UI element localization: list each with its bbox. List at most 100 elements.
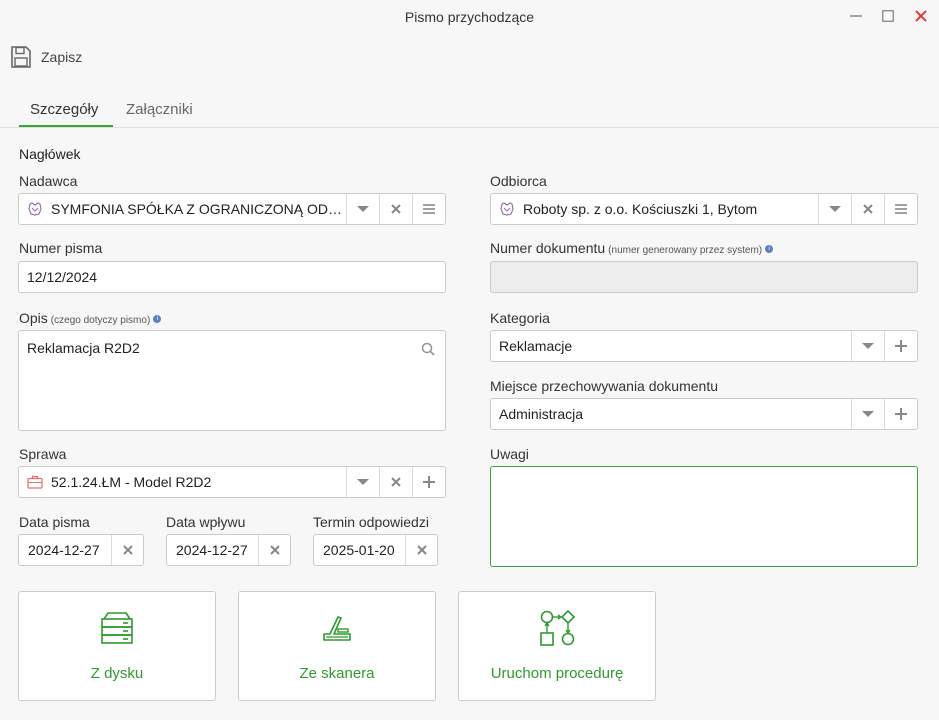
clear-icon	[269, 545, 280, 555]
scanner-icon	[321, 610, 353, 646]
ze-skanera-label: Ze skanera	[299, 665, 375, 682]
contractor-icon	[499, 202, 515, 216]
list-icon	[423, 204, 435, 214]
uruchom-procedure-label: Uruchom procedurę	[490, 665, 624, 682]
odbiorca-value: Roboty sp. z o.o. Kościuszki 1, Bytom	[523, 201, 758, 217]
miejsce-value: Administracja	[499, 406, 584, 422]
sprawa-clear-button[interactable]	[379, 467, 412, 497]
sprawa-value: 52.1.24.ŁM - Model R2D2	[51, 474, 212, 490]
maximize-button[interactable]	[878, 6, 898, 26]
briefcase-icon	[27, 475, 43, 489]
numer-dokumentu-label: Numer dokumentu (numer generowany przez s…	[490, 240, 774, 256]
server-icon	[99, 610, 135, 646]
data-wplywu-value: 2024-12-27	[176, 542, 248, 558]
nadawca-label: Nadawca	[19, 173, 78, 189]
opis-label: Opis (czego dotyczy pismo) i	[19, 310, 162, 326]
list-icon	[895, 204, 907, 214]
nadawca-dropdown-button[interactable]	[346, 194, 379, 224]
plus-icon	[423, 476, 435, 488]
numer-pisma-label: Numer pisma	[19, 240, 103, 256]
section-header: Nagłówek	[19, 146, 81, 162]
numer-dokumentu-input	[490, 261, 918, 293]
minimize-icon	[850, 15, 862, 17]
z-dysku-button[interactable]: Z dysku	[18, 591, 216, 701]
tab-bar: Szczegóły Załączniki	[0, 96, 939, 128]
plus-icon	[895, 408, 907, 420]
kategoria-value: Reklamacje	[499, 338, 573, 354]
opis-value: Reklamacja R2D2	[27, 340, 140, 356]
miejsce-label: Miejsce przechowywania dokumentu	[490, 378, 718, 394]
nadawca-value: SYMFONIA SPÓŁKA Z OGRANICZONĄ ODPOWIEDZI…	[51, 201, 346, 217]
chevron-down-icon	[829, 206, 841, 212]
odbiorca-clear-button[interactable]	[851, 194, 884, 224]
termin-label: Termin odpowiedzi	[313, 514, 429, 530]
clear-icon	[863, 204, 873, 214]
maximize-icon	[882, 10, 894, 22]
ze-skanera-button[interactable]: Ze skanera	[238, 591, 436, 701]
title-bar: Pismo przychodzące	[0, 0, 939, 34]
sprawa-label: Sprawa	[19, 446, 67, 462]
uwagi-label: Uwagi	[490, 446, 529, 462]
clear-icon	[122, 545, 133, 555]
save-button[interactable]: Zapisz	[10, 45, 82, 69]
chevron-down-icon	[357, 206, 369, 212]
uruchom-procedure-button[interactable]: Uruchom procedurę	[458, 591, 656, 701]
nadawca-clear-button[interactable]	[379, 194, 412, 224]
chevron-down-icon	[862, 411, 874, 417]
floppy-disk-icon	[11, 46, 31, 68]
tab-szczegoly[interactable]: Szczegóły	[30, 101, 98, 126]
odbiorca-dropdown-button[interactable]	[818, 194, 851, 224]
numer-pisma-input[interactable]: 12/12/2024	[18, 261, 446, 293]
data-pisma-clear-button[interactable]	[111, 535, 143, 565]
numer-dokumentu-hint: (numer generowany przez system)	[608, 245, 763, 256]
nadawca-field[interactable]: SYMFONIA SPÓŁKA Z OGRANICZONĄ ODPOWIEDZI…	[18, 193, 446, 225]
data-pisma-label: Data pisma	[19, 514, 90, 530]
miejsce-field[interactable]: Administracja	[490, 398, 918, 430]
nadawca-list-button[interactable]	[412, 194, 445, 224]
active-tab-indicator	[19, 125, 113, 127]
chevron-down-icon	[357, 479, 369, 485]
data-pisma-value: 2024-12-27	[28, 542, 100, 558]
info-icon: i	[765, 245, 774, 254]
tab-zalaczniki[interactable]: Załączniki	[126, 101, 193, 126]
termin-value: 2025-01-20	[323, 542, 395, 558]
plus-icon	[895, 340, 907, 352]
kategoria-field[interactable]: Reklamacje	[490, 330, 918, 362]
close-button[interactable]	[911, 6, 931, 26]
contractor-icon	[27, 202, 43, 216]
miejsce-add-button[interactable]	[884, 399, 917, 429]
sprawa-add-button[interactable]	[412, 467, 445, 497]
info-icon: i	[153, 315, 162, 324]
opis-hint: (czego dotyczy pismo)	[50, 315, 151, 326]
opis-textarea[interactable]: Reklamacja R2D2	[18, 330, 446, 431]
data-wplywu-clear-button[interactable]	[258, 535, 290, 565]
termin-clear-button[interactable]	[405, 535, 437, 565]
numer-pisma-value: 12/12/2024	[27, 269, 98, 285]
odbiorca-list-button[interactable]	[884, 194, 917, 224]
chevron-down-icon	[862, 343, 874, 349]
window-title: Pismo przychodzące	[404, 9, 535, 25]
search-icon[interactable]	[421, 342, 435, 356]
clear-icon	[416, 545, 427, 555]
data-wplywu-input[interactable]: 2024-12-27	[166, 534, 291, 566]
uwagi-textarea[interactable]	[490, 466, 918, 567]
kategoria-add-button[interactable]	[884, 331, 917, 361]
odbiorca-label: Odbiorca	[490, 173, 547, 189]
sprawa-dropdown-button[interactable]	[346, 467, 379, 497]
clear-icon	[391, 477, 401, 487]
termin-input[interactable]: 2025-01-20	[313, 534, 438, 566]
miejsce-dropdown-button[interactable]	[851, 399, 884, 429]
data-wplywu-label: Data wpływu	[166, 514, 246, 530]
opis-label-text: Opis	[19, 310, 48, 326]
clear-icon	[391, 204, 401, 214]
numer-dokumentu-label-text: Numer dokumentu	[490, 240, 606, 256]
kategoria-dropdown-button[interactable]	[851, 331, 884, 361]
sprawa-field[interactable]: 52.1.24.ŁM - Model R2D2	[18, 466, 446, 498]
odbiorca-field[interactable]: Roboty sp. z o.o. Kościuszki 1, Bytom	[490, 193, 918, 225]
close-icon	[915, 10, 927, 22]
z-dysku-label: Z dysku	[90, 665, 144, 682]
minimize-button[interactable]	[846, 6, 866, 26]
save-label: Zapisz	[41, 49, 83, 65]
data-pisma-input[interactable]: 2024-12-27	[18, 534, 144, 566]
workflow-icon	[538, 610, 576, 646]
